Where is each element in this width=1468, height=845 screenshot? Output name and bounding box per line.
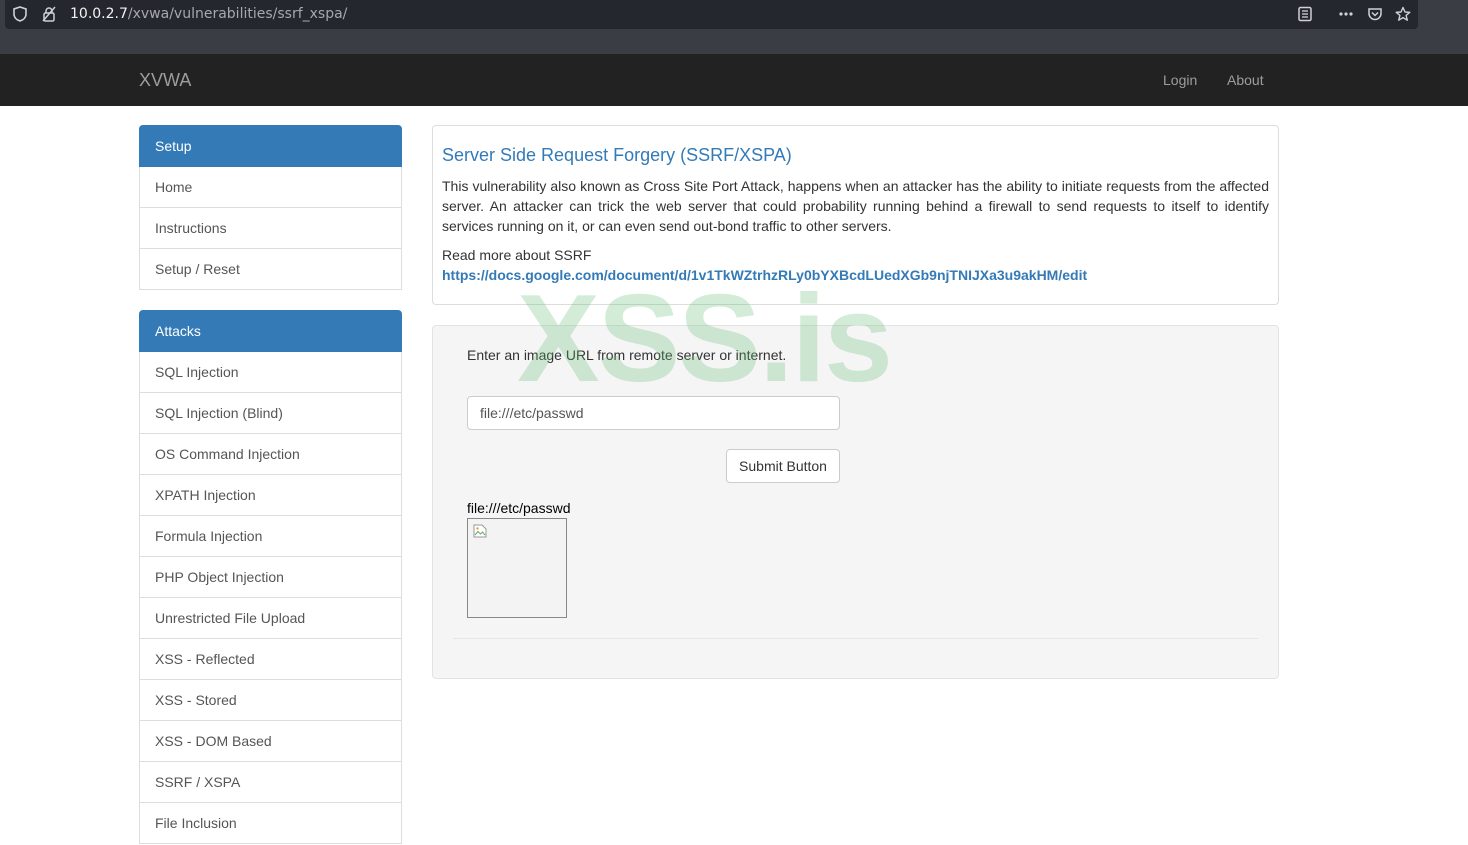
sidebar-item-xpath-injection[interactable]: XPATH Injection	[139, 475, 402, 516]
sidebar-item-xss-dom-based[interactable]: XSS - DOM Based	[139, 721, 402, 762]
nav-about-link[interactable]: About	[1227, 72, 1264, 88]
read-more-link[interactable]: https://docs.google.com/document/d/1v1Tk…	[442, 267, 1087, 283]
url-path: /xvwa/vulnerabilities/ssrf_xspa/	[127, 6, 348, 22]
sidebar-item-xss-stored[interactable]: XSS - Stored	[139, 680, 402, 721]
ssrf-form-panel: Enter an image URL from remote server or…	[432, 325, 1279, 679]
sidebar-item-file-inclusion[interactable]: File Inclusion	[139, 803, 402, 844]
sidebar-item-xss-reflected[interactable]: XSS - Reflected	[139, 639, 402, 680]
sidebar-item-sql-injection[interactable]: SQL Injection	[139, 352, 402, 393]
sidebar-item-setup-reset[interactable]: Setup / Reset	[139, 249, 402, 290]
vulnerability-description: This vulnerability also known as Cross S…	[442, 178, 1269, 234]
fetched-image	[467, 518, 567, 618]
nav-login-link[interactable]: Login	[1163, 72, 1197, 88]
result-url-label: file:///etc/passwd	[467, 500, 571, 516]
broken-image-icon	[473, 524, 487, 538]
url-host: 10.0.2.7	[70, 6, 128, 22]
sidebar-item-home[interactable]: Home	[139, 167, 402, 208]
bookmark-star-icon[interactable]	[1395, 6, 1411, 22]
sidebar-item-os-command-injection[interactable]: OS Command Injection	[139, 434, 402, 475]
form-divider	[453, 638, 1258, 639]
url-text[interactable]: 10.0.2.7/xvwa/vulnerabilities/ssrf_xspa/	[70, 6, 347, 22]
sidebar-attacks-header[interactable]: Attacks	[139, 310, 402, 352]
read-more-label: Read more about SSRF	[442, 247, 592, 263]
sidebar-item-ssrf-xspa[interactable]: SSRF / XSPA	[139, 762, 402, 803]
info-panel: Server Side Request Forgery (SSRF/XSPA) …	[432, 125, 1279, 305]
sidebar-item-php-object-injection[interactable]: PHP Object Injection	[139, 557, 402, 598]
sidebar-item-sql-injection-blind[interactable]: SQL Injection (Blind)	[139, 393, 402, 434]
image-url-label: Enter an image URL from remote server or…	[467, 347, 787, 363]
sidebar-setup-header[interactable]: Setup	[139, 125, 402, 167]
sidebar-item-instructions[interactable]: Instructions	[139, 208, 402, 249]
more-icon[interactable]	[1338, 6, 1354, 22]
sidebar-setup-group: Setup Home Instructions Setup / Reset	[139, 125, 402, 290]
top-navbar: XVWA Login About	[0, 54, 1468, 106]
reader-view-icon[interactable]	[1297, 6, 1313, 22]
sidebar-attacks-group: Attacks SQL Injection SQL Injection (Bli…	[139, 310, 402, 844]
brand-logo[interactable]: XVWA	[139, 70, 191, 91]
browser-chrome: 10.0.2.7/xvwa/vulnerabilities/ssrf_xspa/	[0, 0, 1468, 54]
address-bar[interactable]: 10.0.2.7/xvwa/vulnerabilities/ssrf_xspa/	[5, 0, 1418, 29]
sidebar-item-formula-injection[interactable]: Formula Injection	[139, 516, 402, 557]
submit-button[interactable]: Submit Button	[726, 449, 840, 483]
pocket-icon[interactable]	[1367, 6, 1383, 22]
image-url-input[interactable]	[467, 396, 840, 430]
insecure-lock-icon[interactable]	[41, 6, 57, 22]
shield-icon[interactable]	[13, 6, 29, 22]
page-title: Server Side Request Forgery (SSRF/XSPA)	[442, 145, 792, 165]
sidebar-item-unrestricted-file-upload[interactable]: Unrestricted File Upload	[139, 598, 402, 639]
